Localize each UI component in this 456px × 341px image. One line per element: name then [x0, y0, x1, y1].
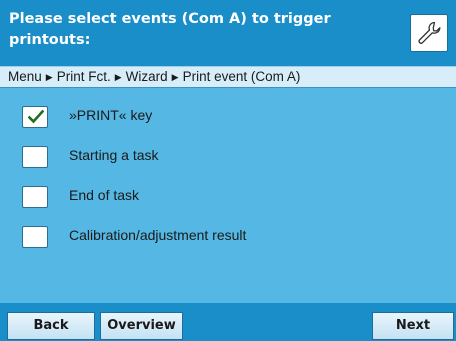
breadcrumb-separator-icon: ▶ [171, 72, 179, 82]
footer-bar: Back Overview Next [0, 303, 456, 341]
breadcrumb-item: Wizard [125, 69, 168, 84]
option-starting-task[interactable]: Starting a task [0, 136, 456, 176]
breadcrumb-item: Menu [8, 69, 42, 84]
checkbox-unchecked[interactable] [22, 226, 48, 248]
breadcrumb-item: Print Fct. [56, 69, 111, 84]
event-option-list: »PRINT« key Starting a task End of task … [0, 88, 456, 302]
checkmark-icon [28, 110, 44, 124]
header-bar: Please select events (Com A) to trigger … [0, 0, 456, 66]
breadcrumb-item-current: Print event (Com A) [182, 69, 301, 84]
option-calibration-result[interactable]: Calibration/adjustment result [0, 216, 456, 256]
checkbox-checked[interactable] [22, 106, 48, 128]
overview-button[interactable]: Overview [100, 312, 183, 340]
option-label: End of task [69, 187, 140, 203]
option-label: Calibration/adjustment result [69, 227, 247, 243]
breadcrumb: Menu ▶ Print Fct. ▶ Wizard ▶ Print event (Com … [0, 66, 456, 88]
wrench-icon [418, 21, 441, 44]
breadcrumb-separator-icon: ▶ [114, 72, 122, 82]
checkbox-unchecked[interactable] [22, 186, 48, 208]
option-label: Starting a task [69, 147, 159, 163]
back-button[interactable]: Back [7, 312, 95, 340]
breadcrumb-separator-icon: ▶ [45, 72, 53, 82]
next-button[interactable]: Next [372, 312, 454, 340]
option-label: »PRINT« key [69, 107, 153, 123]
settings-button[interactable] [410, 14, 448, 52]
option-print-key[interactable]: »PRINT« key [0, 96, 456, 136]
option-end-of-task[interactable]: End of task [0, 176, 456, 216]
page-title: Please select events (Com A) to trigger … [9, 11, 331, 48]
checkbox-unchecked[interactable] [22, 146, 48, 168]
print-event-screen: Please select events (Com A) to trigger … [0, 0, 456, 341]
